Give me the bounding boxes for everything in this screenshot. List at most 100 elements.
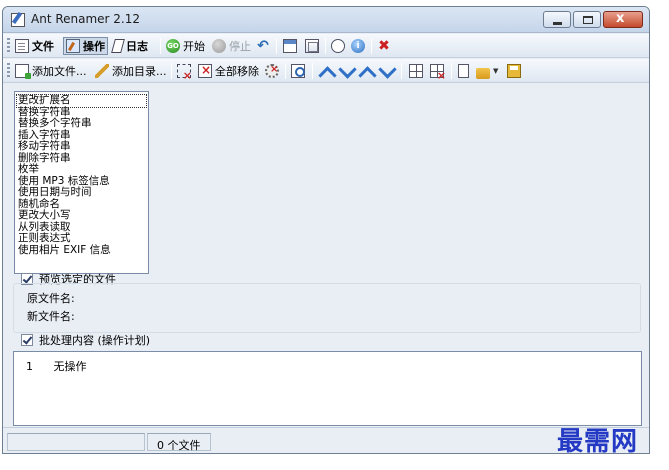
info-icon: i: [351, 39, 365, 53]
grid-icon: [409, 64, 423, 78]
stop-icon: [212, 39, 226, 53]
batch-checkbox[interactable]: [21, 334, 33, 346]
operation-item[interactable]: 枚举: [17, 163, 146, 176]
exit-icon: ✖: [378, 38, 390, 54]
add-folders-button[interactable]: 添加目录...: [95, 62, 167, 80]
start-button[interactable]: GO 开始: [166, 37, 205, 55]
close-icon: x: [616, 11, 625, 26]
toolbar-separator: [312, 63, 313, 79]
options-icon: [305, 39, 319, 53]
close-button[interactable]: x: [603, 11, 643, 28]
move-up-icon: [359, 64, 373, 78]
log-icon: [111, 39, 125, 53]
save-button[interactable]: [507, 62, 521, 80]
add-folders-label: 添加目录...: [112, 65, 167, 78]
toolbar-separator: [171, 63, 172, 79]
log-tab-button[interactable]: 日志: [111, 37, 148, 55]
batch-row[interactable]: 1 无操作: [26, 358, 87, 374]
toolbar-separator: [401, 63, 402, 79]
file-info-icon: [291, 64, 305, 78]
add-file-icon: [15, 64, 31, 79]
about-button[interactable]: i: [351, 37, 365, 55]
old-name-label: 原文件名:: [27, 292, 75, 305]
add-files-label: 添加文件...: [32, 65, 87, 78]
files-toolbar: 添加文件... 添加目录... 全部移除: [3, 59, 649, 83]
folder-icon: [476, 67, 490, 79]
minimize-icon: [553, 22, 562, 25]
minimize-button[interactable]: [543, 11, 571, 28]
remove-missing-button[interactable]: [265, 62, 279, 80]
batch-row-text: 无操作: [53, 360, 87, 373]
file-info-button[interactable]: [291, 62, 305, 80]
remove-selected-icon: [177, 64, 192, 82]
move-down-button[interactable]: [359, 62, 373, 80]
operations-icon: [66, 39, 80, 53]
toolbar-separator: [160, 38, 161, 54]
add-folder-icon: [95, 64, 109, 78]
chevron-down-icon: ▼: [493, 67, 499, 75]
remove-all-label: 全部移除: [215, 65, 259, 78]
new-name-label: 新文件名:: [27, 310, 75, 323]
remove-selected-button[interactable]: [177, 62, 192, 82]
status-bar: 0 个文件: [3, 427, 649, 453]
maximize-icon: [583, 16, 593, 24]
file-count: 0 个文件: [157, 439, 201, 452]
move-up-button[interactable]: [339, 62, 353, 80]
operation-item[interactable]: 使用日期与时间: [17, 186, 146, 199]
page-button[interactable]: [458, 62, 469, 80]
options-button[interactable]: [305, 37, 319, 55]
main-toolbar: 文件 操作 日志 GO 开始 停止 ↶ i ✖: [3, 34, 649, 58]
remove-all-icon: [198, 63, 212, 78]
operations-tab-label: 操作: [83, 40, 105, 53]
stop-label: 停止: [229, 40, 251, 53]
toolbar-grip[interactable]: [7, 63, 10, 79]
move-bottom-button[interactable]: [379, 62, 393, 80]
window-controls: x: [543, 11, 643, 28]
batch-row-number: 1: [26, 360, 33, 373]
file-tab-button[interactable]: 文件: [15, 37, 54, 55]
help-button[interactable]: [331, 37, 345, 55]
maximize-button[interactable]: [573, 11, 601, 28]
app-window: Ant Renamer 2.12 x 文件 操作 日志 GO 开始 停止 ↶ i…: [2, 6, 650, 454]
operation-item[interactable]: 替换多个字符串: [17, 117, 146, 130]
title-bar: Ant Renamer 2.12 x: [3, 7, 649, 33]
exit-button[interactable]: ✖: [377, 37, 391, 55]
toolbar-grip[interactable]: [7, 38, 10, 54]
toolbar-separator: [276, 38, 277, 54]
add-files-button[interactable]: 添加文件...: [15, 62, 87, 80]
operation-item[interactable]: 移动字符串: [17, 140, 146, 153]
remove-all-button[interactable]: 全部移除: [198, 62, 259, 80]
load-list-button[interactable]: ▼: [476, 62, 498, 80]
move-top-button[interactable]: [319, 62, 333, 80]
operations-list[interactable]: 更改扩展名 替换字符串 替换多个字符串 插入字符串 移动字符串 删除字符串 枚举…: [14, 91, 149, 274]
stop-button[interactable]: 停止: [212, 37, 251, 55]
undo-button[interactable]: ↶: [256, 37, 270, 55]
window-view-button[interactable]: [283, 37, 297, 55]
move-top-icon: [319, 64, 333, 78]
move-down-icon: [339, 64, 353, 78]
file-icon: [15, 39, 29, 53]
chat-icon: [331, 39, 345, 53]
go-icon: GO: [166, 39, 180, 53]
select-all-button[interactable]: [409, 62, 423, 80]
window-title: Ant Renamer 2.12: [31, 12, 141, 26]
operation-item[interactable]: 正则表达式: [17, 232, 146, 245]
start-label: 开始: [183, 40, 205, 53]
save-icon: [507, 64, 521, 78]
log-tab-label: 日志: [126, 40, 148, 53]
batch-toggle[interactable]: 批处理内容 (操作计划): [21, 332, 150, 348]
file-tab-label: 文件: [32, 40, 54, 53]
remove-missing-icon: [265, 64, 279, 78]
grid-remove-icon: [430, 64, 446, 82]
operation-item[interactable]: 使用相片 EXIF 信息: [17, 244, 146, 257]
operation-item[interactable]: 更改扩展名: [16, 94, 147, 108]
page-icon: [458, 64, 469, 78]
status-cell-1: [7, 433, 145, 451]
batch-list[interactable]: 1 无操作: [13, 351, 642, 426]
operations-tab-button[interactable]: 操作: [63, 37, 108, 55]
deselect-button[interactable]: [430, 62, 446, 82]
toolbar-separator: [451, 63, 452, 79]
operation-item[interactable]: 更改大小写: [17, 209, 146, 222]
window-icon: [283, 39, 297, 53]
app-icon: [11, 13, 25, 27]
